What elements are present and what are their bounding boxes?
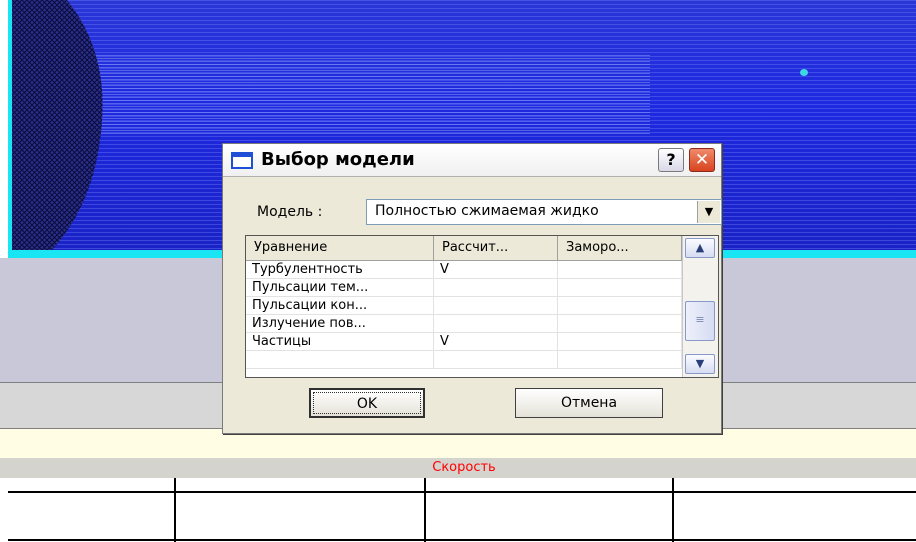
equations-table-header: Уравнение Рассчит... Заморо... [246, 236, 682, 261]
viewport-flow-lines [90, 55, 650, 135]
dialog-titlebar[interactable]: Выбор модели ? ✕ [223, 144, 721, 177]
chevron-down-icon[interactable]: ▼ [697, 201, 720, 223]
column-header-equation[interactable]: Уравнение [246, 236, 434, 260]
freeze-cell[interactable] [558, 261, 682, 278]
calculate-cell[interactable] [434, 297, 558, 314]
table-row-divider [8, 539, 916, 541]
ok-button[interactable]: OK [309, 388, 425, 418]
chevron-up-icon[interactable]: ▲ [685, 238, 715, 258]
calculate-cell[interactable] [434, 315, 558, 332]
equation-cell: Турбулентность [246, 261, 434, 278]
table-column-divider [672, 478, 674, 542]
table-row-divider [8, 491, 916, 493]
model-selected-value: Полностью сжимаемая жидко [375, 203, 599, 219]
table-column-divider [174, 478, 176, 542]
equation-cell: Частицы [246, 333, 434, 350]
freeze-cell[interactable] [558, 333, 682, 350]
particle-marker [800, 69, 808, 76]
freeze-cell[interactable] [558, 297, 682, 314]
calculate-cell[interactable] [434, 279, 558, 296]
table-row[interactable]: Частицы V [246, 333, 682, 351]
table-row[interactable]: Излучение пов... [246, 315, 682, 333]
freeze-cell[interactable] [558, 351, 682, 368]
model-selection-dialog: Выбор модели ? ✕ Модель : Полностью сжим… [222, 143, 722, 434]
close-button[interactable]: ✕ [689, 148, 715, 172]
results-table-title: Скорость [432, 460, 496, 475]
equations-table: Уравнение Рассчит... Заморо... Турбулент… [245, 235, 719, 378]
cancel-button[interactable]: Отмена [515, 388, 663, 418]
equation-cell: Пульсации тем... [246, 279, 434, 296]
calculate-cell[interactable]: V [434, 333, 558, 350]
model-dropdown[interactable]: Полностью сжимаемая жидко ▼ [366, 199, 722, 225]
calculate-cell[interactable]: V [434, 261, 558, 278]
table-row[interactable]: Турбулентность V [246, 261, 682, 279]
table-column-divider [424, 478, 426, 542]
chevron-down-icon[interactable]: ▼ [685, 354, 715, 374]
window-edge [0, 0, 8, 258]
scrollbar-thumb[interactable]: ≡ [685, 301, 715, 341]
equation-cell [246, 351, 434, 368]
vertical-scrollbar[interactable]: ▲ ≡ ▼ [682, 236, 718, 377]
viewport-border-left [8, 0, 12, 258]
freeze-cell[interactable] [558, 315, 682, 332]
table-row[interactable]: Пульсации кон... [246, 297, 682, 315]
column-header-freeze[interactable]: Заморо... [558, 236, 682, 260]
table-row[interactable]: Пульсации тем... [246, 279, 682, 297]
results-table [8, 478, 916, 542]
mesh-object [12, 0, 103, 250]
freeze-cell[interactable] [558, 279, 682, 296]
equation-cell: Пульсации кон... [246, 297, 434, 314]
equation-cell: Излучение пов... [246, 315, 434, 332]
window-icon [231, 152, 253, 169]
calculate-cell[interactable] [434, 351, 558, 368]
help-button[interactable]: ? [658, 148, 684, 172]
column-header-calculate[interactable]: Рассчит... [434, 236, 558, 260]
dialog-title: Выбор модели [261, 149, 415, 170]
table-row[interactable] [246, 351, 682, 369]
model-label: Модель : [257, 204, 323, 220]
